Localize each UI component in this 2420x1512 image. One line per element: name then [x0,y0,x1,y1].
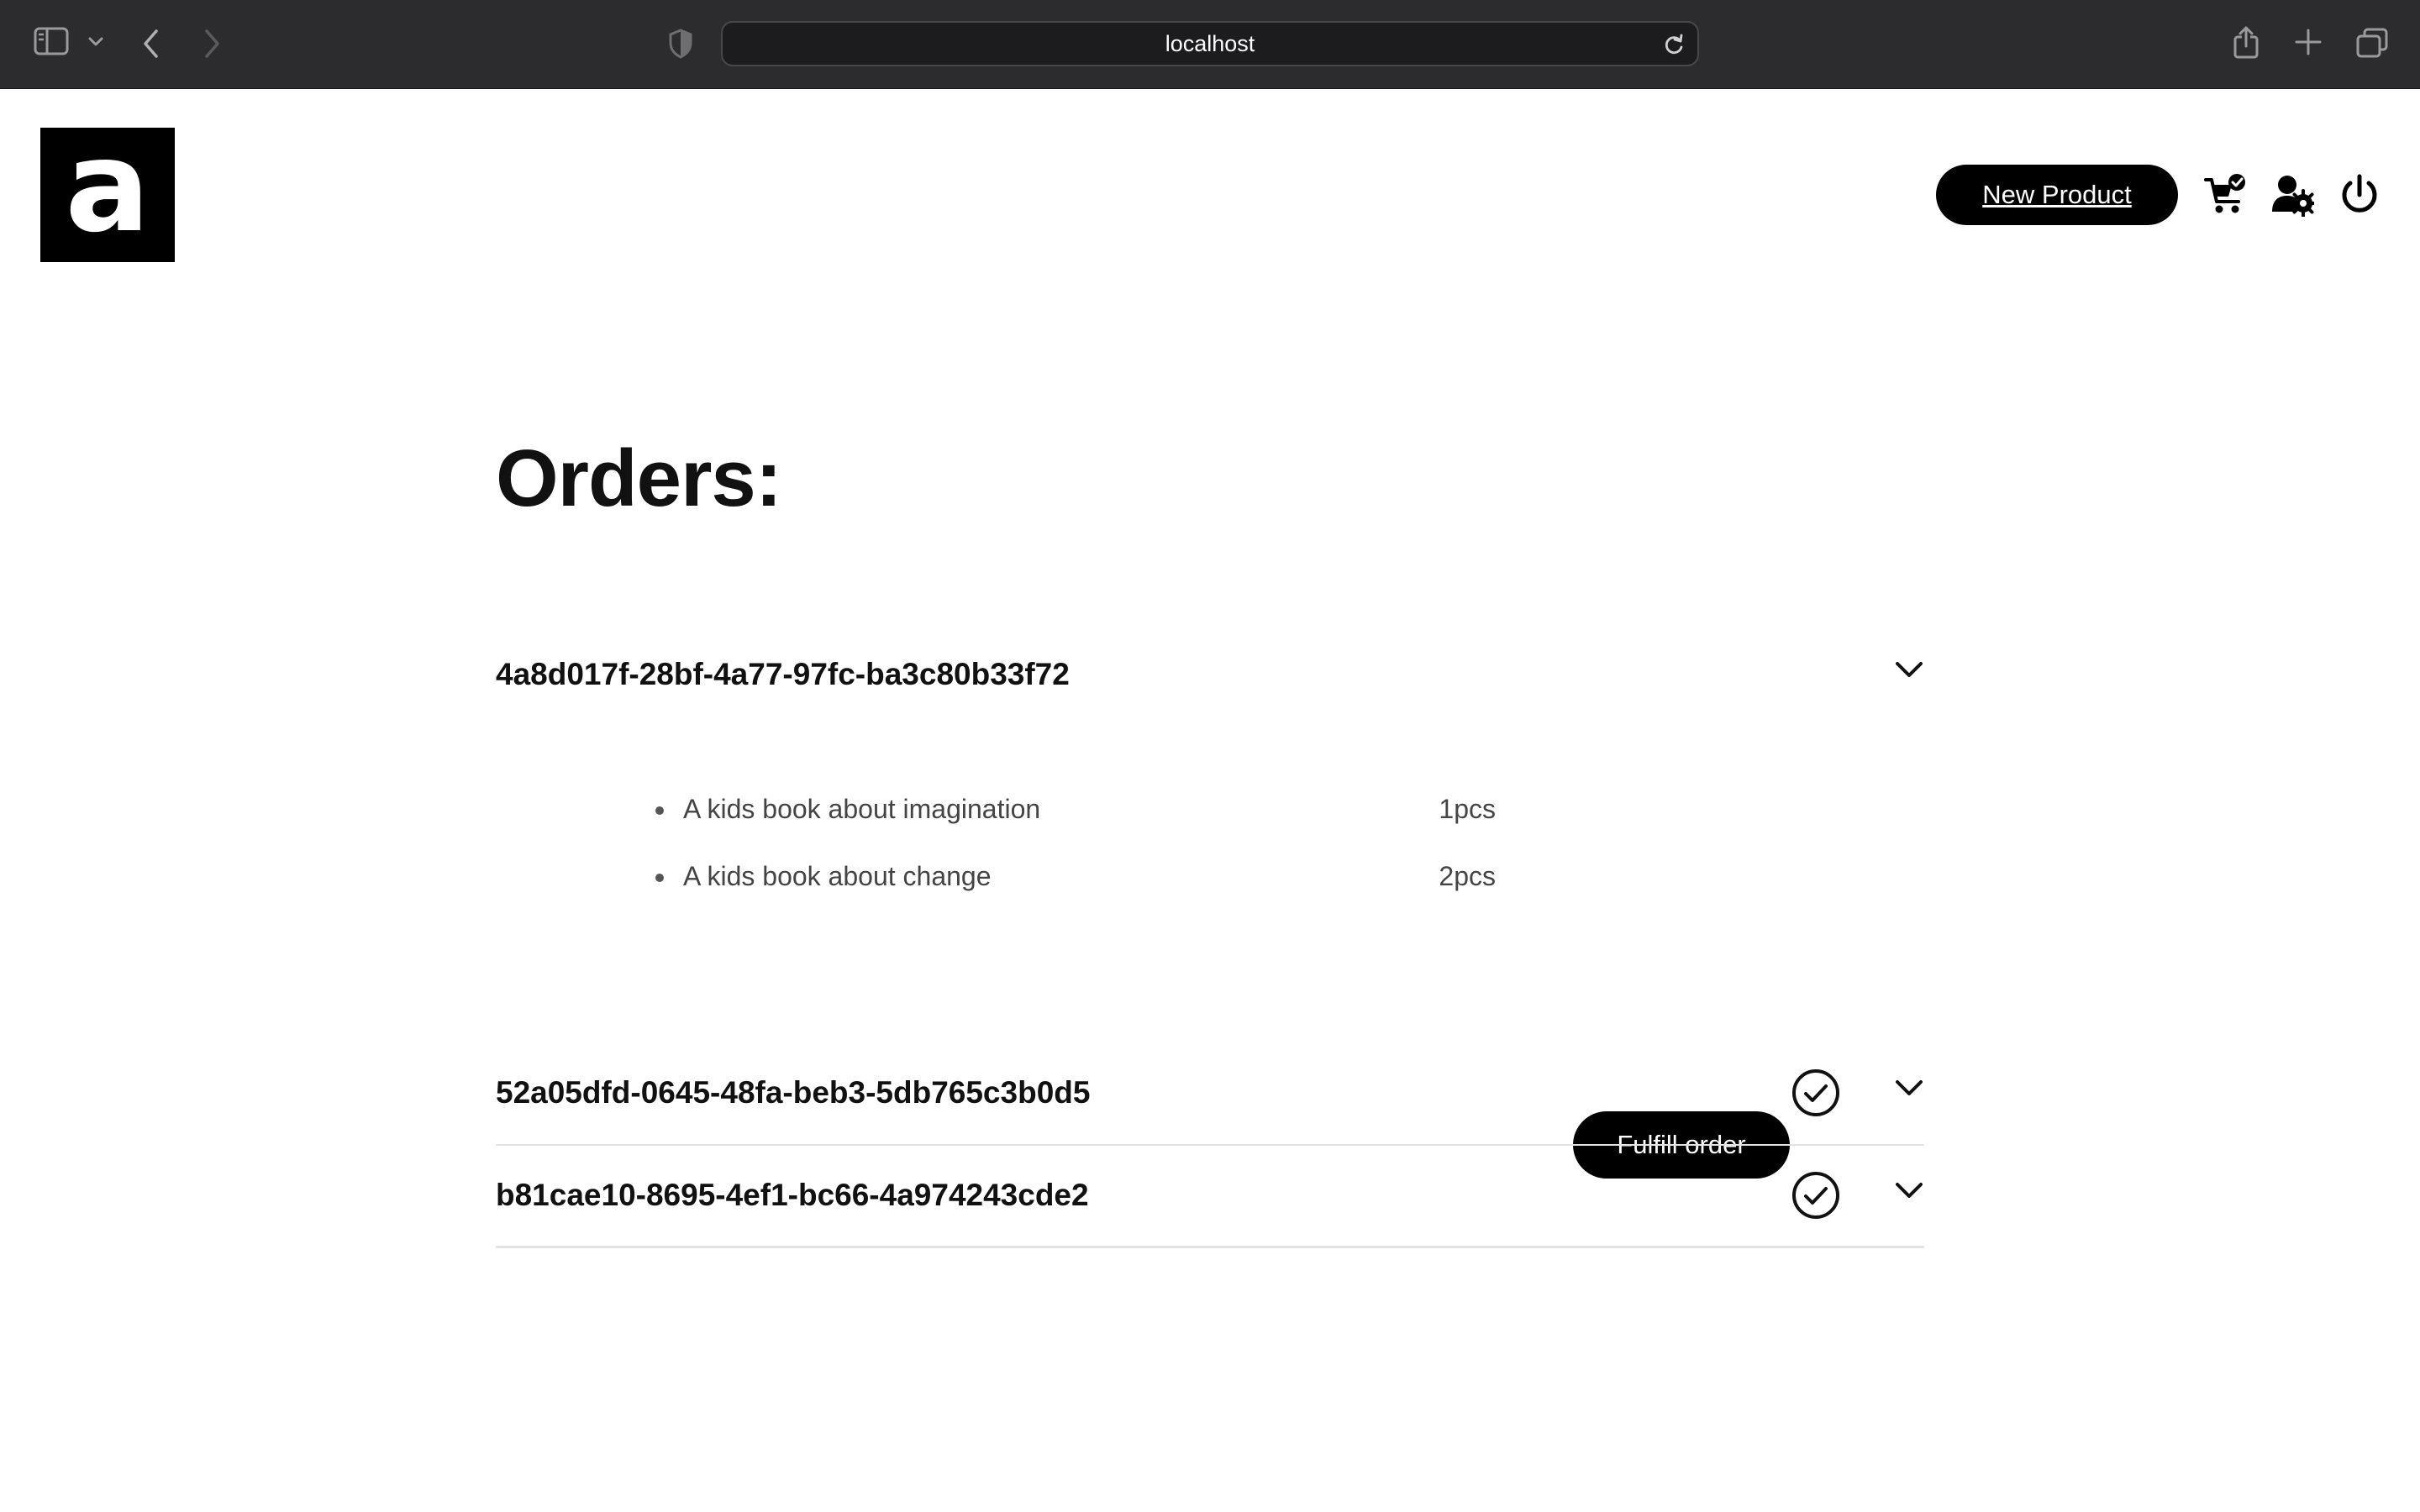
order-header[interactable]: b81cae10-8695-4ef1-bc66-4a974243cde2 [496,1145,1924,1246]
chevron-down-icon[interactable] [87,37,104,47]
logo-mark-icon: a [65,114,150,260]
sidebar-toggle-icon[interactable] [34,27,69,55]
bullet [655,806,664,815]
back-arrow-icon[interactable] [141,29,161,59]
item-name: A kids book about imagination [683,794,1041,824]
orders-section: Orders: 4a8d017f-28bf-4a77-97fc-ba3c80b3… [496,420,1924,1248]
item-quantity: 1pcs [1439,794,1496,824]
share-icon[interactable] [2232,25,2260,60]
address-bar[interactable]: localhost [721,21,1699,66]
order-header[interactable]: 52a05dfd-0645-48fa-beb3-5db765c3b0d5 [496,1042,1924,1143]
browser-toolbar: localhost [0,0,2420,89]
new-tab-icon[interactable] [2294,28,2323,56]
item-quantity: 2pcs [1439,861,1496,891]
tab-overview-icon[interactable] [2356,28,2388,58]
order-item: 52a05dfd-0645-48fa-beb3-5db765c3b0d5 [496,1042,1924,1146]
brand-logo[interactable]: a [40,114,175,262]
order-items-list: A kids book about imagination 1pcs A kid… [655,775,1496,910]
order-item: 4a8d017f-28bf-4a77-97fc-ba3c80b33f72 A k… [496,624,1924,1247]
reload-icon[interactable] [1662,33,1686,56]
chevron-down-icon[interactable] [1894,1180,1924,1205]
power-icon[interactable] [2338,173,2381,217]
cart-check-icon[interactable] [2203,173,2247,217]
order-item: b81cae10-8695-4ef1-bc66-4a974243cde2 [496,1145,1924,1248]
chevron-down-icon[interactable] [1894,1078,1924,1102]
order-id: 4a8d017f-28bf-4a77-97fc-ba3c80b33f72 [496,657,1070,691]
header-actions: New Product [1936,165,2381,225]
order-divider [496,1247,1924,1248]
chevron-down-icon[interactable] [1894,659,1924,684]
order-id: 52a05dfd-0645-48fa-beb3-5db765c3b0d5 [496,1075,1091,1110]
check-circle-icon [1791,1068,1840,1121]
item-name: A kids book about change [683,861,992,891]
privacy-shield-icon[interactable] [669,29,692,59]
check-circle-icon [1791,1171,1840,1224]
forward-arrow-icon[interactable] [202,29,222,59]
list-item: A kids book about change 2pcs [655,843,1496,910]
bullet [655,874,664,882]
user-settings-icon[interactable] [2270,173,2314,217]
order-id: b81cae10-8695-4ef1-bc66-4a974243cde2 [496,1178,1089,1212]
page-title: Orders: [496,433,782,523]
new-product-button[interactable]: New Product [1936,165,2178,225]
order-header[interactable]: 4a8d017f-28bf-4a77-97fc-ba3c80b33f72 [496,624,1924,725]
list-item: A kids book about imagination 1pcs [655,775,1496,843]
logo-letter: a [65,128,150,260]
url-text: localhost [1165,30,1255,56]
